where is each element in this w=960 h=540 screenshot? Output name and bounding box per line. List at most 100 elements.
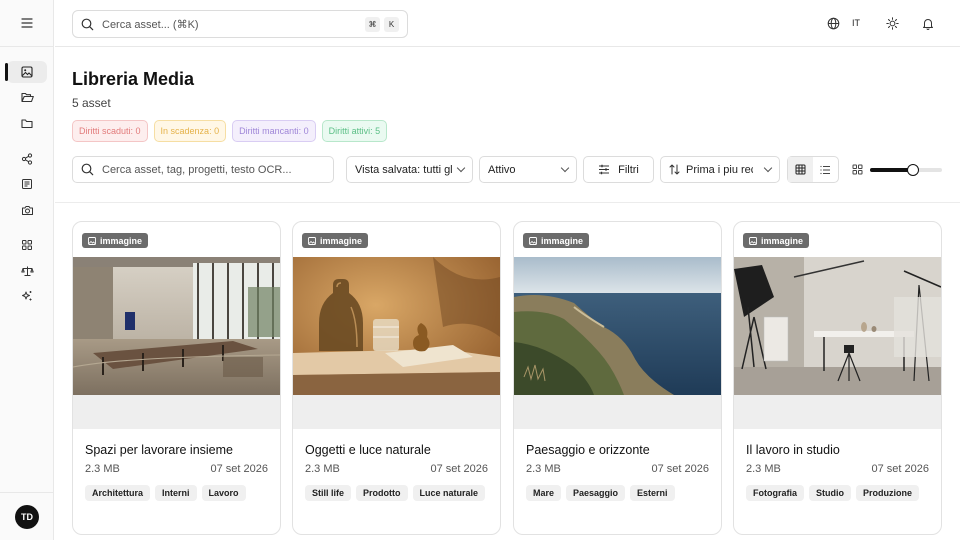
asset-thumbnail[interactable] bbox=[293, 257, 500, 395]
status-select[interactable]: Attivo bbox=[479, 156, 577, 183]
list-view-button[interactable] bbox=[813, 157, 838, 182]
sparkles-icon bbox=[22, 291, 32, 301]
sidebar-item-rights[interactable] bbox=[7, 260, 47, 282]
language-label[interactable]: IT bbox=[852, 18, 860, 28]
sort-select[interactable]: Prima i piu recenti bbox=[660, 156, 780, 183]
sidebar-item-folders[interactable] bbox=[7, 112, 47, 134]
globe-icon bbox=[827, 17, 840, 30]
sidebar-item-ai[interactable] bbox=[7, 285, 47, 307]
asset-size: 2.3 MB bbox=[526, 463, 561, 475]
asset-date: 07 set 2026 bbox=[430, 463, 489, 475]
divider bbox=[55, 202, 960, 203]
asset-thumbnail[interactable] bbox=[514, 257, 721, 395]
image-icon bbox=[749, 236, 757, 245]
avatar[interactable]: TD bbox=[15, 504, 39, 529]
sort-value: Prima i piu recenti bbox=[686, 163, 753, 176]
tag-chip[interactable]: Paesaggio bbox=[566, 485, 626, 501]
grid-view-icon bbox=[795, 164, 806, 175]
sidebar-item-projects[interactable] bbox=[7, 86, 47, 108]
asset-card[interactable]: immagine bbox=[733, 221, 942, 535]
share-icon bbox=[21, 153, 33, 165]
sun-icon bbox=[886, 17, 899, 30]
grid-view-button[interactable] bbox=[788, 157, 813, 182]
sidebar-item-dashboard[interactable] bbox=[7, 234, 47, 256]
sidebar-item-media[interactable] bbox=[5, 61, 47, 83]
asset-search-placeholder: Cerca asset, tag, progetti, testo OCR... bbox=[102, 163, 292, 176]
image-icon bbox=[308, 236, 316, 245]
image-icon bbox=[21, 66, 33, 78]
thumbnail-size-slider[interactable] bbox=[870, 164, 942, 176]
tag-list: Architettura Interni Lavoro bbox=[85, 485, 275, 501]
asset-size: 2.3 MB bbox=[305, 463, 340, 475]
slider-handle[interactable] bbox=[907, 164, 919, 176]
tag-list: Fotografia Studio Produzione bbox=[746, 485, 936, 501]
asset-title: Il lavoro in studio bbox=[746, 443, 840, 457]
tag-chip[interactable]: Produzione bbox=[856, 485, 919, 501]
chevron-down-icon bbox=[560, 163, 570, 173]
asset-card[interactable]: immagine bbox=[72, 221, 281, 535]
asset-thumbnail[interactable] bbox=[734, 257, 941, 395]
asset-size: 2.3 MB bbox=[85, 463, 120, 475]
language-button[interactable] bbox=[827, 0, 840, 47]
asset-card[interactable]: immagine bbox=[292, 221, 501, 535]
type-badge: immagine bbox=[743, 233, 810, 248]
filter-toolbar: Cerca asset, tag, progetti, testo OCR...… bbox=[72, 156, 942, 183]
chevron-down-icon bbox=[456, 163, 466, 173]
asset-thumbnail[interactable] bbox=[73, 257, 280, 395]
folder-icon bbox=[21, 118, 33, 128]
theme-toggle[interactable] bbox=[886, 0, 899, 47]
camera-icon bbox=[21, 205, 33, 215]
thumbnail-footer bbox=[514, 395, 721, 429]
status-value: Attivo bbox=[488, 163, 516, 176]
badge-rights-expired[interactable]: Diritti scaduti: 0 bbox=[72, 120, 148, 142]
asset-card[interactable]: immagine Paesaggio e orizzonte 2.3 MB 07… bbox=[513, 221, 722, 535]
tag-chip[interactable]: Studio bbox=[809, 485, 851, 501]
folder-open-icon bbox=[20, 92, 34, 102]
tag-chip[interactable]: Mare bbox=[526, 485, 562, 501]
badge-rights-expiring[interactable]: In scadenza: 0 bbox=[153, 120, 227, 142]
asset-title: Paesaggio e orizzonte bbox=[526, 443, 650, 457]
tag-chip[interactable]: Lavoro bbox=[201, 485, 246, 501]
type-label: immagine bbox=[320, 235, 363, 246]
shortcut-key-k: K bbox=[384, 16, 399, 32]
tag-list: Still life Prodotto Luce naturale bbox=[305, 485, 495, 501]
filters-label: Filtri bbox=[618, 163, 639, 176]
type-badge: immagine bbox=[302, 233, 369, 248]
type-badge: immagine bbox=[523, 233, 590, 248]
type-badge: immagine bbox=[82, 233, 149, 248]
thumbnail-footer bbox=[734, 395, 941, 429]
asset-date: 07 set 2026 bbox=[210, 463, 269, 475]
sort-icon bbox=[669, 164, 680, 175]
tag-chip[interactable]: Still life bbox=[305, 485, 352, 501]
topbar: Cerca asset... (⌘K) ⌘ K IT bbox=[55, 0, 960, 47]
tag-chip[interactable]: Luce naturale bbox=[412, 485, 486, 501]
sidebar-item-share[interactable] bbox=[7, 148, 47, 170]
asset-search-input[interactable]: Cerca asset, tag, progetti, testo OCR... bbox=[72, 156, 334, 183]
badge-rights-active[interactable]: Diritti attivi: 5 bbox=[321, 120, 388, 142]
type-label: immagine bbox=[541, 235, 584, 246]
saved-view-select[interactable]: Vista salvata: tutti gli asset bbox=[346, 156, 473, 183]
sidebar-item-camera[interactable] bbox=[7, 199, 47, 221]
search-icon bbox=[81, 18, 94, 30]
menu-button[interactable] bbox=[0, 0, 54, 47]
hamburger-icon bbox=[21, 18, 33, 28]
tag-chip[interactable]: Esterni bbox=[630, 485, 675, 501]
tag-chip[interactable]: Interni bbox=[155, 485, 197, 501]
tag-chip[interactable]: Architettura bbox=[85, 485, 151, 501]
asset-date: 07 set 2026 bbox=[871, 463, 930, 475]
tag-chip[interactable]: Fotografia bbox=[746, 485, 804, 501]
sidebar: TD bbox=[0, 0, 54, 540]
page-title: Libreria Media bbox=[72, 69, 195, 89]
main-content: Libreria Media 5 asset Diritti scaduti: … bbox=[55, 48, 960, 540]
thumbnail-size-icon bbox=[852, 164, 863, 175]
notifications-button[interactable] bbox=[922, 0, 934, 47]
sidebar-item-articles[interactable] bbox=[7, 173, 47, 195]
grid-icon bbox=[22, 240, 32, 250]
type-label: immagine bbox=[761, 235, 804, 246]
global-search[interactable]: Cerca asset... (⌘K) ⌘ K bbox=[72, 10, 408, 38]
tag-chip[interactable]: Prodotto bbox=[356, 485, 408, 501]
chevron-down-icon bbox=[763, 163, 773, 173]
thumbnail-footer bbox=[293, 395, 500, 429]
badge-rights-missing[interactable]: Diritti mancanti: 0 bbox=[232, 120, 316, 142]
filters-button[interactable]: Filtri bbox=[583, 156, 654, 183]
